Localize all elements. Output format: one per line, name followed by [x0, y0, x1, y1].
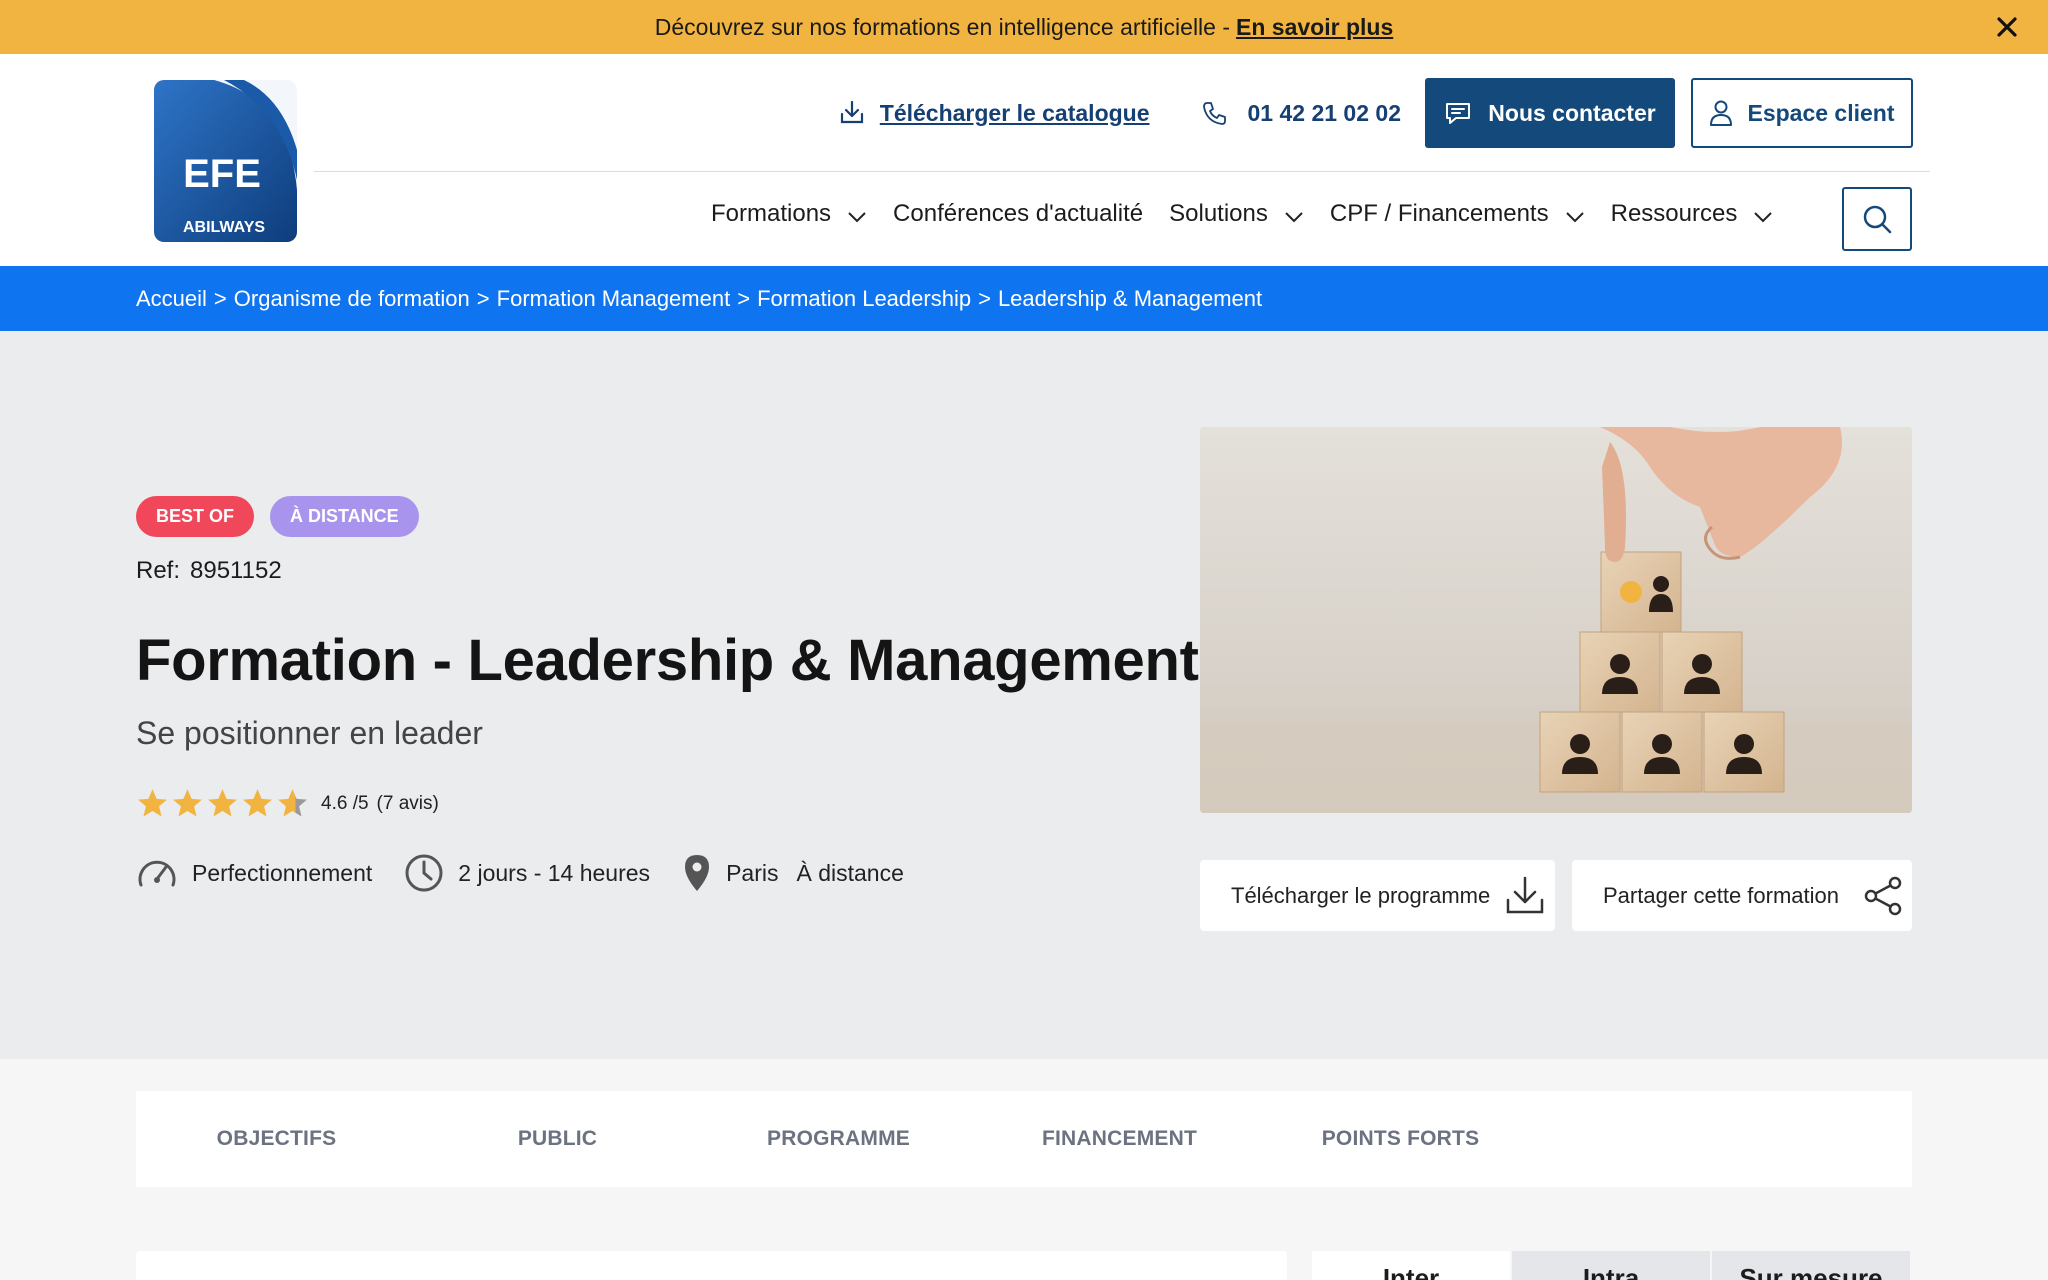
rating-count[interactable]: (7 avis) — [377, 793, 439, 815]
chevron-down-icon — [1565, 212, 1584, 223]
nav-solutions[interactable]: Solutions — [1169, 200, 1304, 228]
download-catalog-link[interactable]: Télécharger le catalogue — [838, 99, 1150, 127]
tab-inter[interactable]: Inter — [1312, 1251, 1510, 1280]
user-icon — [1710, 100, 1733, 126]
breadcrumb-current: Leadership & Management — [997, 285, 1263, 311]
page-subtitle: Se positionner en leader — [136, 715, 483, 751]
ref-value: 8951152 — [190, 557, 282, 584]
tab-points-forts[interactable]: Points forts — [1260, 1127, 1541, 1151]
wood-block — [1661, 631, 1743, 713]
nav-formations[interactable]: Formations — [711, 200, 867, 228]
search-button[interactable] — [1842, 187, 1912, 251]
chevron-down-icon — [1754, 212, 1773, 223]
chevron-down-icon — [1285, 212, 1303, 223]
star-icon — [173, 789, 202, 817]
offer-tabs: Inter Intra Sur mesure — [1312, 1251, 1912, 1280]
tab-intra[interactable]: Intra — [1512, 1251, 1710, 1280]
meta-location: Paris — [682, 853, 778, 893]
phone-link[interactable]: 01 42 21 02 02 — [1202, 100, 1401, 127]
course-reference: Ref: 8951152 — [136, 557, 282, 585]
star-icon — [243, 789, 272, 817]
star-rating — [136, 787, 309, 820]
course-hero: Best of À distance Ref: 8951152 Formation… — [0, 331, 2048, 1059]
share-button[interactable]: Partager cette formation — [1572, 860, 1912, 931]
breadcrumb-separator: > — [737, 285, 751, 311]
chat-icon — [1446, 103, 1471, 124]
breadcrumb-item[interactable]: Organisme de formation — [234, 286, 470, 312]
badge-list: Best of À distance — [136, 496, 419, 537]
nav-ressources[interactable]: Ressources — [1611, 200, 1774, 228]
download-icon — [1506, 876, 1544, 913]
meta-level: Perfectionnement — [136, 855, 372, 891]
contact-label: Nous contacter — [1488, 99, 1656, 126]
search-icon — [1863, 205, 1892, 234]
share-icon — [1864, 876, 1902, 915]
logo-subtext: ABILWAYS — [183, 219, 265, 236]
ref-label: Ref: — [136, 557, 181, 584]
meta-level-label: Perfectionnement — [192, 859, 373, 886]
badge-distance: À distance — [270, 496, 419, 537]
gauge-icon — [138, 860, 176, 887]
clock-icon — [405, 854, 443, 892]
wood-block — [1579, 631, 1661, 713]
course-image — [1200, 427, 1912, 813]
logo-text: EFE — [183, 152, 261, 196]
meta-duration-label: 2 jours - 14 heures — [458, 859, 651, 886]
header-topbar: Télécharger le catalogue 01 42 21 02 02 … — [838, 78, 1913, 148]
download-catalog-label: Télécharger le catalogue — [879, 99, 1150, 126]
promo-link[interactable]: En savoir plus — [1236, 14, 1393, 41]
star-icon — [208, 789, 237, 817]
site-header: EFE ABILWAYS Télécharger le catalogue 01… — [0, 54, 2048, 266]
download-program-label: Télécharger le programme — [1231, 882, 1491, 908]
page-title: Formation - Leadership & Management — [136, 628, 1199, 693]
breadcrumb-item[interactable]: Accueil — [136, 286, 207, 312]
location-pin-icon — [685, 855, 710, 891]
tab-financement[interactable]: Financement — [979, 1127, 1260, 1151]
meta-location-extra: À distance — [796, 859, 904, 886]
tab-programme[interactable]: Programme — [698, 1127, 979, 1151]
promo-text: Découvrez sur nos formations en intellig… — [654, 13, 1231, 40]
breadcrumb-separator: > — [978, 285, 991, 311]
contact-button[interactable]: Nous contacter — [1425, 78, 1675, 148]
badge-best-of: Best of — [136, 496, 255, 537]
nav-cpf[interactable]: CPF / Financements — [1330, 200, 1585, 228]
efe-logo[interactable]: EFE ABILWAYS — [154, 80, 297, 242]
breadcrumb-item[interactable]: Formation Management — [497, 286, 731, 312]
tab-sur-mesure[interactable]: Sur mesure — [1712, 1251, 1910, 1280]
share-label: Partager cette formation — [1603, 882, 1840, 908]
star-icon — [138, 789, 167, 817]
close-icon[interactable] — [1992, 12, 2022, 42]
breadcrumb-separator: > — [476, 285, 490, 311]
chevron-down-icon — [848, 212, 866, 223]
download-program-button[interactable]: Télécharger le programme — [1200, 860, 1555, 931]
client-space-button[interactable]: Espace client — [1691, 78, 1913, 148]
main-nav: Formations Conférences d'actualité Solut… — [711, 200, 1799, 228]
client-space-label: Espace client — [1747, 99, 1895, 126]
wood-block — [1539, 711, 1621, 793]
course-meta: Perfectionnement 2 jours - 14 heures Par… — [136, 853, 904, 893]
content-card — [136, 1251, 1287, 1280]
promo-banner: Découvrez sur nos formations en intellig… — [0, 0, 2048, 54]
rating: 4.6 /5 (7 avis) — [136, 787, 439, 820]
rating-score: 4.6 /5 — [321, 792, 369, 814]
section-tabs: Objectifs Public Programme Financement P… — [136, 1091, 1912, 1187]
breadcrumb: Accueil > Organisme de formation > Forma… — [0, 266, 2048, 331]
wood-block — [1600, 551, 1682, 633]
wood-block — [1703, 711, 1785, 793]
star-icon — [278, 789, 307, 817]
header-divider — [314, 171, 1930, 172]
phone-icon — [1202, 102, 1226, 125]
nav-conferences[interactable]: Conférences d'actualité — [893, 200, 1143, 228]
meta-location-label: Paris — [726, 859, 779, 886]
tab-objectifs[interactable]: Objectifs — [136, 1127, 417, 1151]
phone-number: 01 42 21 02 02 — [1247, 99, 1401, 126]
breadcrumb-item[interactable]: Formation Leadership — [757, 286, 971, 312]
tab-public[interactable]: Public — [417, 1127, 698, 1151]
download-icon — [840, 100, 863, 124]
meta-duration: 2 jours - 14 heures — [404, 853, 650, 893]
wood-block — [1621, 711, 1703, 793]
breadcrumb-separator: > — [213, 285, 227, 311]
